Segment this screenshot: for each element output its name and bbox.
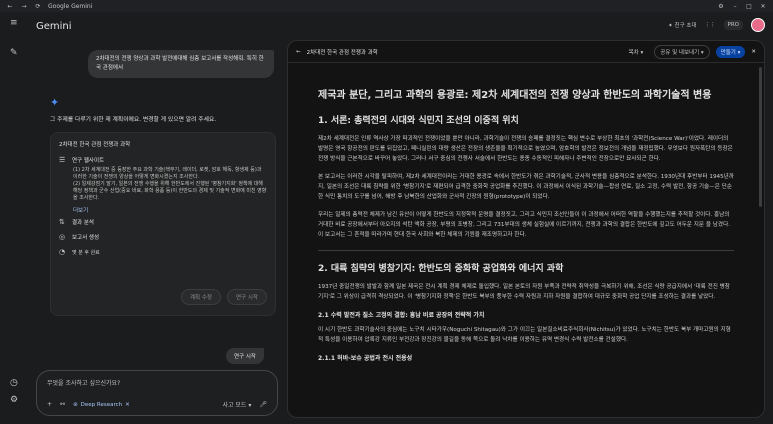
subsection-heading: 2.1.1 허바-보슈 공법과 전시 전용성: [318, 355, 413, 362]
minimize-icon[interactable]: –: [731, 3, 739, 10]
reload-icon[interactable]: ⟳: [34, 3, 42, 10]
start-research-button[interactable]: 연구 시작: [227, 289, 267, 305]
side-rail: ≡ ✎ ◷ ⚙: [0, 12, 30, 424]
toc-label: 목차: [628, 49, 639, 56]
list-icon: ☰: [59, 156, 66, 164]
report-heading: 제국과 분단, 그리고 과학의 용광로: 제2차 세계대전의 전쟁 양상과 한반…: [318, 90, 712, 101]
new-chat-icon[interactable]: ✎: [10, 48, 18, 58]
back-icon[interactable]: ←: [6, 3, 14, 10]
browser-toolbar: ← → ⟳ Google Gemini ⚙ – □ ✕: [0, 0, 773, 12]
invite-button[interactable]: ✦ 친구 초대: [668, 21, 696, 29]
apps-grid-icon[interactable]: ⋮⋮: [705, 22, 716, 28]
step-description: (1) 2차 세계대전 중 등장한 주요 과학 기술(핵무기, 레이더, 로켓,…: [73, 167, 267, 201]
create-button[interactable]: 만들기 ▾: [715, 45, 746, 58]
forward-icon[interactable]: →: [20, 3, 28, 10]
create-label: 만들기: [720, 49, 736, 56]
plan-step-research: ☰ 연구 웹사이트: [59, 156, 267, 164]
start-message: 연구 시작: [226, 348, 264, 364]
more-link[interactable]: 더보기: [73, 206, 267, 214]
invite-label: 친구 초대: [674, 23, 697, 29]
step-label: 결과 분석: [72, 220, 94, 226]
tab-title[interactable]: Google Gemini: [48, 3, 92, 10]
menu-icon[interactable]: ≡: [10, 18, 18, 28]
app-title[interactable]: Gemini: [36, 21, 72, 32]
step-label: 보고서 생성: [72, 235, 100, 241]
chip-label: Deep Research: [80, 401, 123, 408]
tools-icon[interactable]: ⚯: [60, 401, 65, 408]
plan-eta: ◔ 몇 분 후 완료: [59, 248, 267, 256]
report-body: 제국과 분단, 그리고 과학의 용광로: 제2차 세계대전의 전쟁 양상과 한반…: [288, 63, 764, 417]
extension-icon[interactable]: ⚙: [717, 3, 725, 10]
pro-badge: PRO: [723, 20, 743, 30]
divider: [318, 250, 734, 251]
history-icon[interactable]: ◷: [10, 378, 18, 388]
settings-icon[interactable]: ⚙: [10, 395, 18, 405]
panel-title: 2차대전 한국 관점 전쟁과 과학: [306, 49, 378, 56]
telescope-icon: ⊛: [73, 401, 78, 408]
section-heading: 2. 대륙 침략의 병참기지: 한반도의 중화학 공업화와 에너지 과학: [318, 264, 564, 274]
close-panel-icon[interactable]: ✕: [751, 49, 756, 55]
chat-area: 2차대전의 전쟁 양상과 과학 발전에대해 심층 보고서를 작성해줘. 특히 한…: [40, 40, 280, 424]
edit-plan-button[interactable]: 계획 수정: [181, 289, 221, 305]
deep-research-chip[interactable]: ⊛ Deep Research ✕: [73, 402, 130, 408]
report-icon: ◎: [59, 233, 66, 241]
prompt-placeholder[interactable]: 무엇을 조사하고 싶으신가요?: [47, 378, 120, 387]
maximize-icon[interactable]: □: [745, 3, 753, 10]
mic-icon[interactable]: 🎤︎: [259, 401, 267, 408]
prompt-box[interactable]: 무엇을 조사하고 싶으신가요? + ⚯ ⊛ Deep Research ✕ 사고…: [36, 370, 278, 416]
share-label: 공유 및 내보내기: [660, 49, 700, 56]
subsection-heading: 2.1 수력 발전과 질소 고정의 결합: 흥남 비료 공장의 전략적 가치: [318, 312, 485, 319]
mode-selector[interactable]: 사고 모드 ▾: [222, 400, 251, 409]
paragraph: 본 보고서는 이러한 시각을 탈피하여, 제2차 세계대전이라는 거대한 용광로…: [318, 174, 734, 200]
toc-button[interactable]: 목차 ▾: [624, 46, 649, 58]
report-panel: ← 2차대전 한국 관점 전쟁과 과학 목차 ▾ 공유 및 내보내기 ▾ 만들기…: [287, 40, 765, 418]
plan-step-report: ◎ 보고서 생성: [59, 233, 267, 241]
gemini-spark-icon: ✦: [50, 96, 60, 109]
chip-close-icon[interactable]: ✕: [125, 402, 130, 408]
section-heading: 1. 서론: 총력전의 시대와 식민지 조선의 이중적 위치: [318, 116, 519, 126]
analyze-icon: ⇅: [59, 218, 65, 226]
paragraph: 제2차 세계대전은 인류 역사상 가장 파괴적인 전쟁이었을 뿐만 아니라, 과…: [318, 136, 733, 162]
close-window-icon[interactable]: ✕: [759, 3, 767, 10]
model-reply: 그 주제를 다루기 위한 제 계획이에요. 변경할 게 있으면 알려 주세요.: [50, 117, 217, 123]
plan-step-analyze: ⇅ 결과 분석: [59, 218, 267, 226]
eta-label: 몇 분 후 완료: [72, 249, 100, 256]
sparkle-icon: ✦: [668, 23, 673, 29]
research-plan-card: 2차대전 한국 관점 전쟁과 과학 ☰ 연구 웹사이트 (1) 2차 세계대전 …: [50, 132, 276, 316]
panel-header: ← 2차대전 한국 관점 전쟁과 과학 목차 ▾ 공유 및 내보내기 ▾ 만들기…: [288, 41, 764, 63]
step-label: 연구 웹사이트: [72, 158, 105, 164]
add-icon[interactable]: +: [47, 401, 52, 408]
clock-icon: ◔: [59, 248, 66, 256]
back-arrow-icon[interactable]: ←: [296, 49, 301, 55]
avatar[interactable]: [751, 18, 765, 32]
mode-label: 사고 모드: [222, 402, 247, 409]
paragraph: 1937년 중일전쟁의 발발과 함께 일본 제국은 전시 계획 경제 체제로 돌…: [318, 284, 730, 300]
scrollbar[interactable]: [759, 67, 762, 207]
paragraph: 우리는 일제의 총력전 체제가 남긴 유산이 어떻게 한반도의 지정학적 운명을…: [318, 212, 730, 238]
plan-title: 2차대전 한국 관점 전쟁과 과학: [59, 142, 131, 148]
share-export-button[interactable]: 공유 및 내보내기 ▾: [654, 44, 710, 59]
paragraph: 이 시기 한반도 과학기술사의 중심에는 노구치 시타가우(Noguchi Sh…: [318, 327, 731, 343]
top-bar: Gemini ✦ 친구 초대 ⋮⋮ PRO: [30, 12, 773, 40]
user-message: 2차대전의 전쟁 양상과 과학 발전에대해 심층 보고서를 작성해줘. 특히 한…: [88, 50, 274, 78]
